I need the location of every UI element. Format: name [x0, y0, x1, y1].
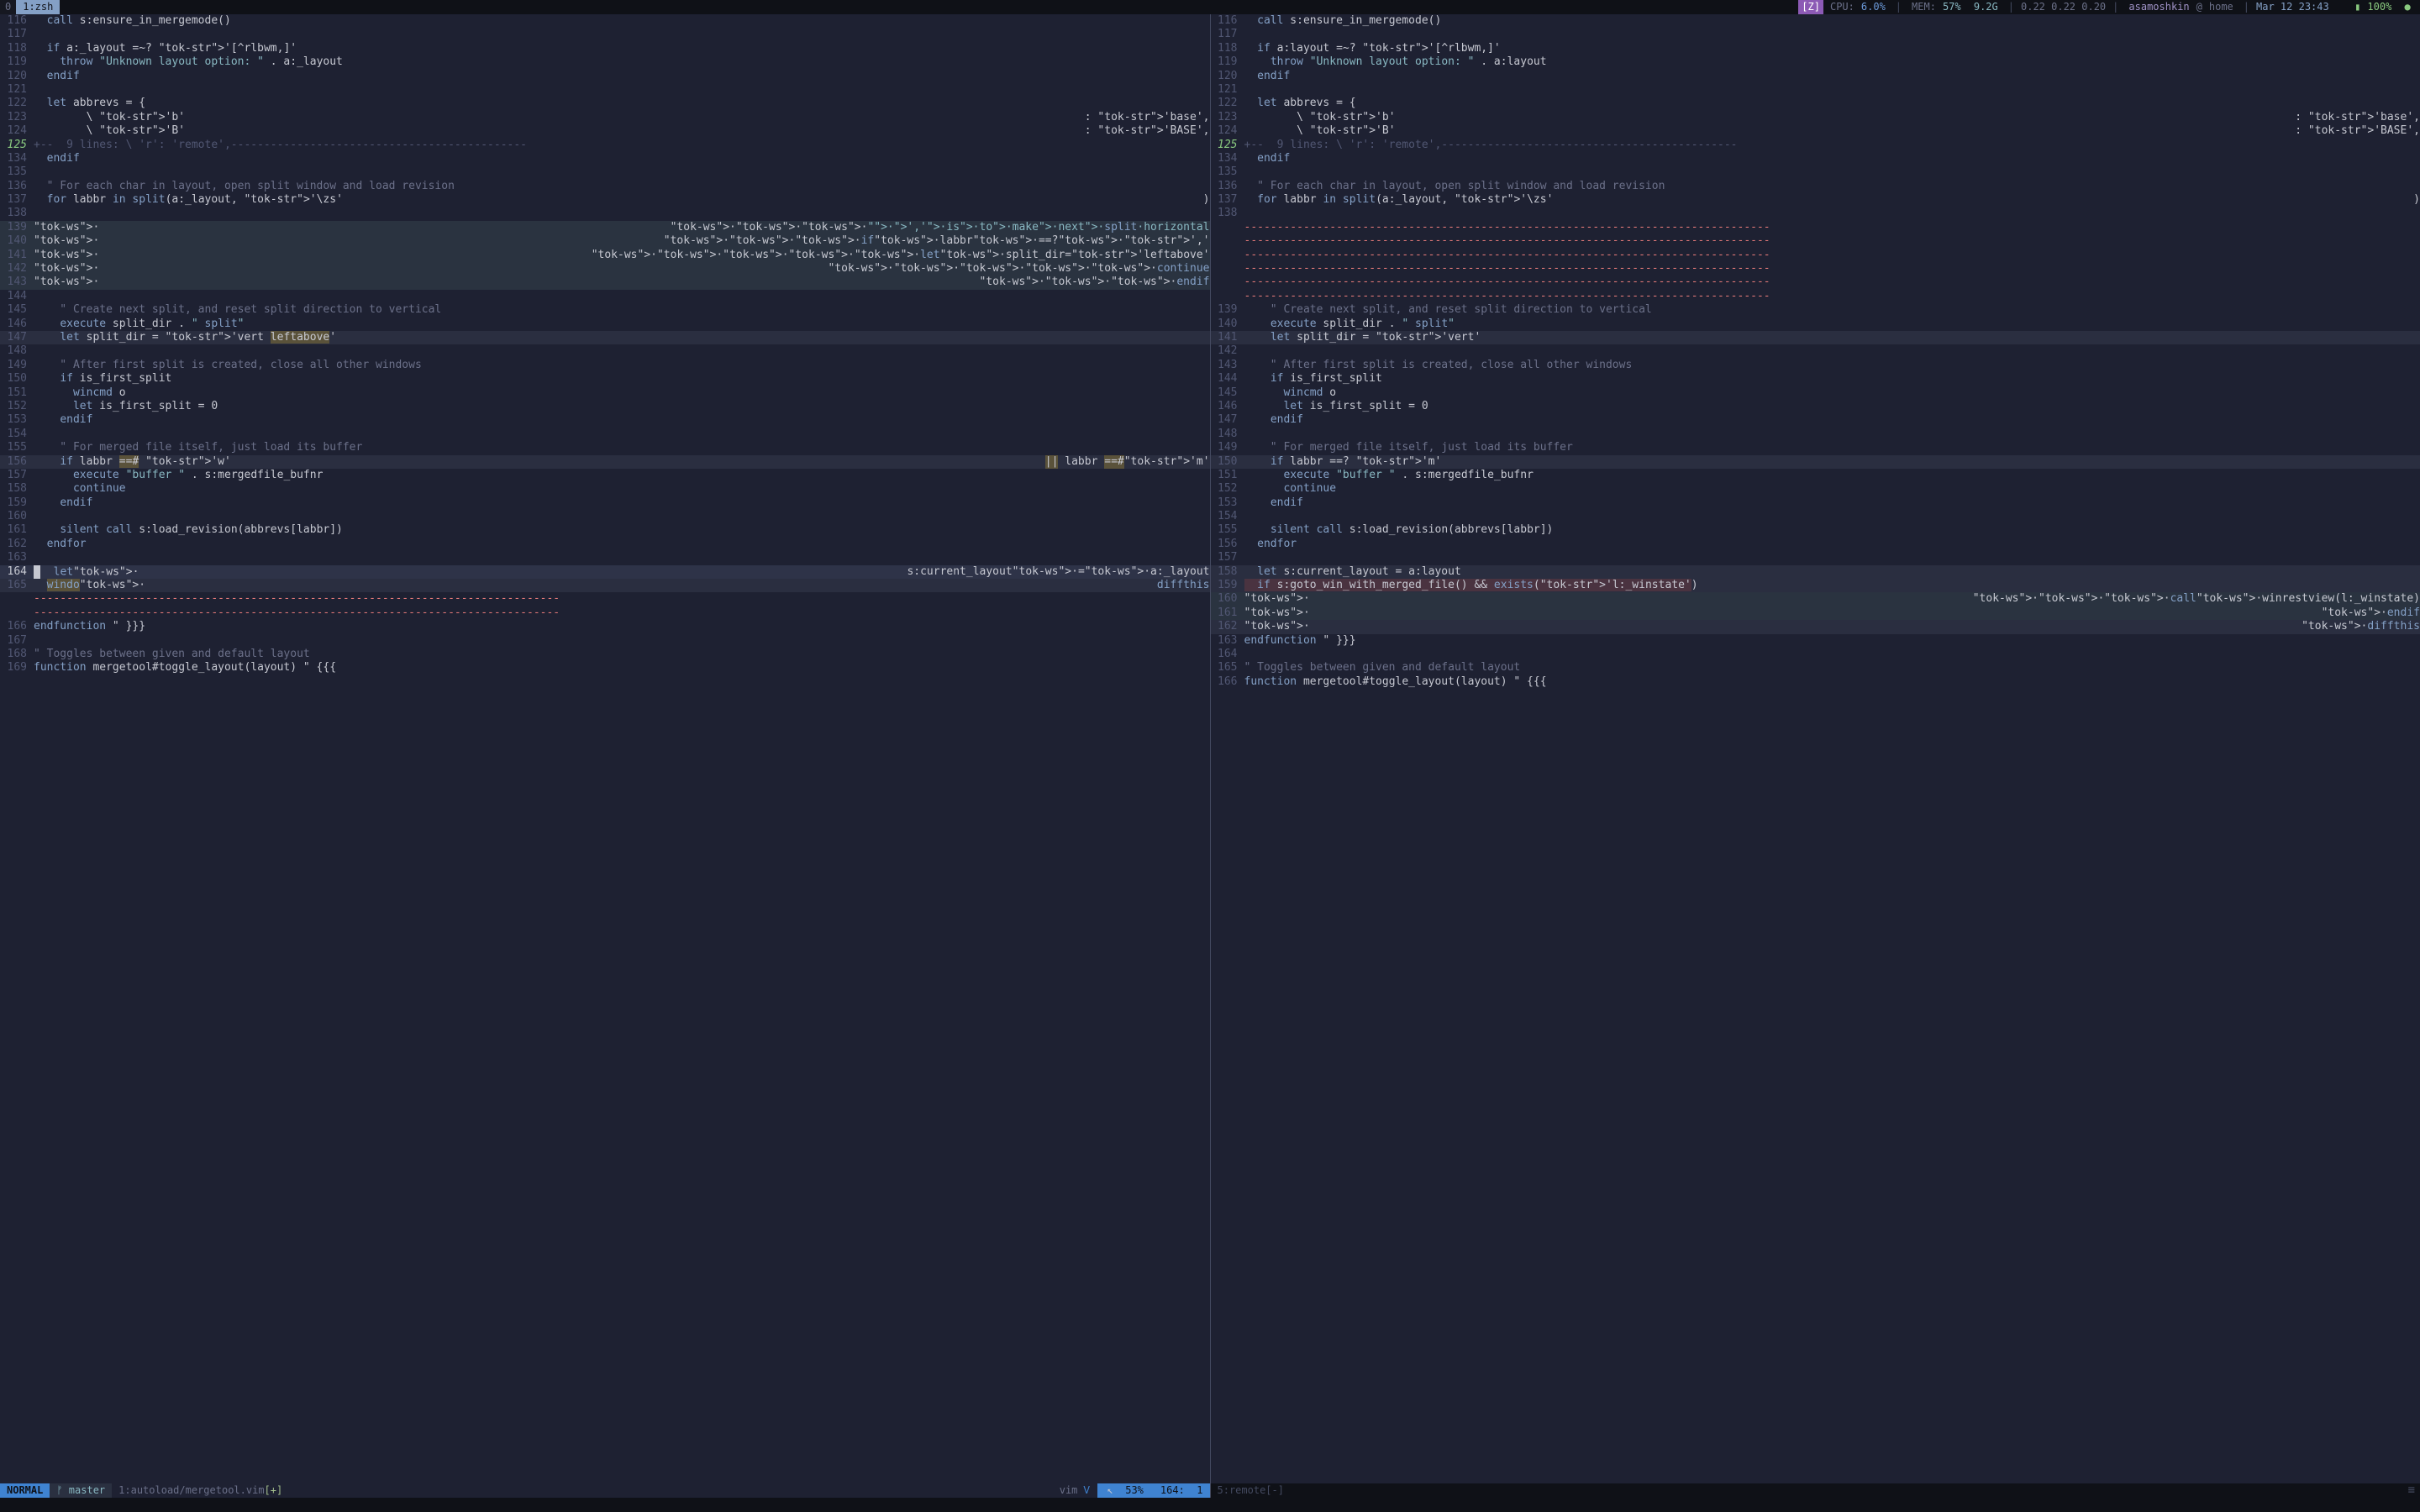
battery-icon: ▮ [2351, 0, 2364, 13]
right-code-area[interactable]: 116 call s:ensure_in_mergemode()117118 i… [1211, 14, 2420, 1483]
statusline-left: NORMAL ᚠ master 1:autoload/mergetool.vim… [0, 1483, 1210, 1498]
tmux-left: 0 1:zsh [0, 0, 60, 13]
cpu-label: CPU:6.0% [1823, 0, 1892, 13]
file-name: 1:autoload/mergetool.vim[+] [112, 1483, 289, 1497]
tmux-session-index: 0 [0, 0, 16, 13]
editor-split: 116 call s:ensure_in_mergemode()117118 i… [0, 14, 2420, 1498]
battery-percent: 100% [2364, 0, 2395, 13]
git-branch: ᚠ master [50, 1483, 112, 1497]
vim-mode: NORMAL [0, 1483, 50, 1497]
filetype: vim Ꮩ [1053, 1483, 1097, 1497]
scroll-percent: ↖ 53% [1097, 1483, 1154, 1497]
mem-label: MEM:57% 9.2G [1905, 0, 2005, 13]
inactive-file-name: 5:remote[-] [1211, 1483, 2420, 1497]
cursor-position: 164: 1 [1154, 1483, 1210, 1497]
load-average: 0.22 0.22 0.20 [2018, 0, 2109, 13]
zoom-badge: [Z] [1798, 0, 1823, 13]
tmux-right: [Z] CPU:6.0% | MEM:57% 9.2G | 0.22 0.22 … [1798, 0, 2420, 13]
left-code-area[interactable]: 116 call s:ensure_in_mergemode()117118 i… [0, 14, 1210, 1483]
right-pane[interactable]: 116 call s:ensure_in_mergemode()117118 i… [1211, 14, 2420, 1498]
tmux-status-bar: 0 1:zsh [Z] CPU:6.0% | MEM:57% 9.2G | 0.… [0, 0, 2420, 14]
datetime: Mar 12 23:43 [2253, 0, 2333, 13]
status-dot: ● [2395, 0, 2420, 13]
hamburger-icon: ≡ [2408, 1483, 2415, 1497]
statusline-right: 5:remote[-] ≡ [1211, 1483, 2420, 1498]
left-pane[interactable]: 116 call s:ensure_in_mergemode()117118 i… [0, 14, 1211, 1498]
tmux-window-name[interactable]: 1:zsh [16, 0, 60, 13]
user-host: asamoshkin@home [2122, 0, 2239, 13]
bottom-bar [0, 1498, 2420, 1512]
